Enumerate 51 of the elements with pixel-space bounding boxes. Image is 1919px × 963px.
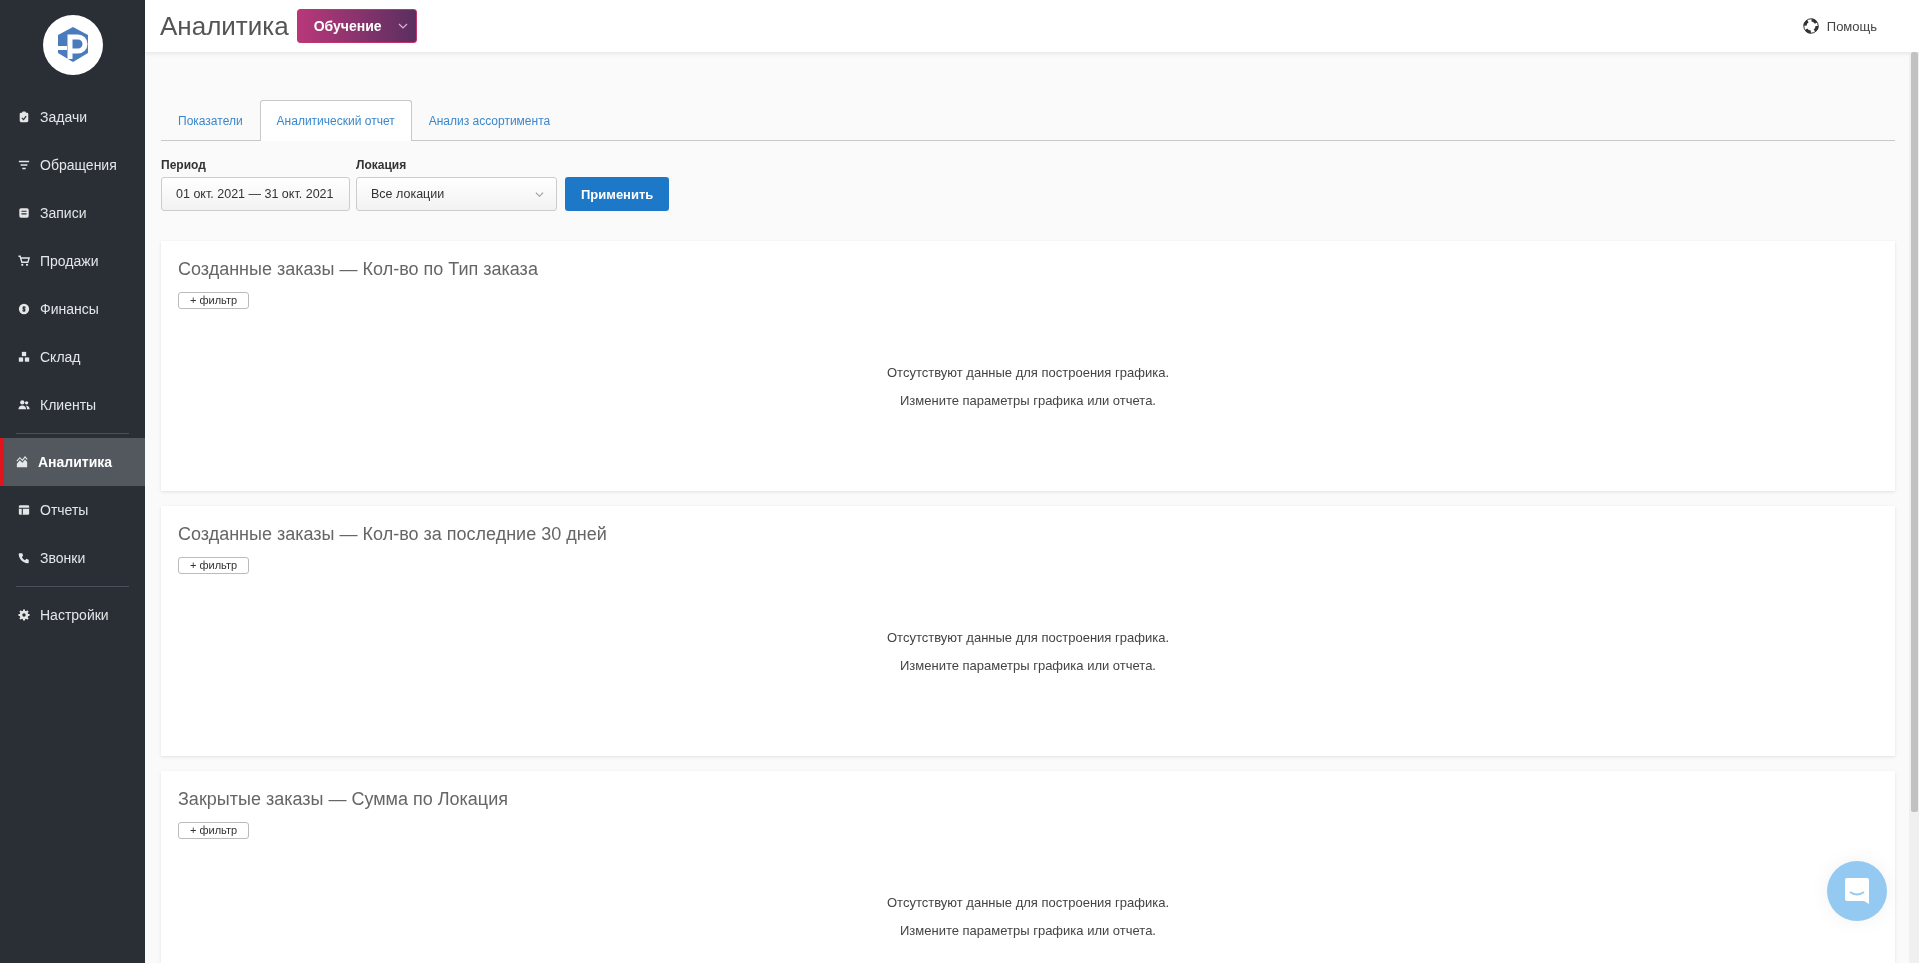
settings-icon <box>18 609 30 621</box>
sidebar-item[interactable]: Аналитика <box>0 438 145 486</box>
clients-icon <box>18 399 30 411</box>
filter-button[interactable]: + фильтр <box>178 292 250 309</box>
card-title: Закрытые заказы — Сумма по Локация <box>178 789 508 810</box>
period-select[interactable]: 01 окт. 2021 — 31 окт. 2021 <box>161 177 350 211</box>
chat-icon <box>1844 877 1870 905</box>
tab[interactable]: Показатели <box>161 100 260 140</box>
requests-icon <box>18 159 30 171</box>
card-title: Созданные заказы — Кол-во по Тип заказа <box>178 259 538 280</box>
records-icon <box>18 207 30 219</box>
sidebar-item[interactable]: Задачи <box>0 93 145 141</box>
training-button[interactable]: Обучение <box>296 9 417 43</box>
location-label: Локация <box>356 158 408 172</box>
sidebar-item[interactable]: Записи <box>0 189 145 237</box>
sidebar-item[interactable]: Обращения <box>0 141 145 189</box>
finance-icon <box>18 303 30 315</box>
sidebar-item[interactable]: Настройки <box>0 591 145 639</box>
sales-icon <box>18 255 30 267</box>
sidebar-item[interactable]: Отчеты <box>0 486 145 534</box>
scrollbar[interactable] <box>1909 52 1919 963</box>
calls-icon <box>18 552 30 564</box>
tab[interactable]: Анализ ассортимента <box>411 100 568 140</box>
chevron-down-icon <box>535 189 544 199</box>
empty-message: Измените параметры графика или отчета. <box>900 923 1156 938</box>
page-title: Аналитика <box>160 10 289 42</box>
reports-icon <box>18 504 30 516</box>
empty-message: Отсутствуют данные для построения графика. <box>887 365 1169 380</box>
sidebar-item[interactable]: Звонки <box>0 534 145 582</box>
sidebar-item[interactable]: Клиенты <box>0 381 145 429</box>
chevron-down-icon <box>397 21 408 31</box>
tab[interactable]: Аналитический отчет <box>259 100 412 141</box>
sidebar-item[interactable]: Продажи <box>0 237 145 285</box>
logo-icon[interactable] <box>42 15 103 75</box>
card-title: Созданные заказы — Кол-во за последние 30 дней <box>178 524 607 545</box>
apply-button[interactable]: Применить <box>565 177 670 211</box>
period-label: Период <box>161 158 207 172</box>
warehouse-icon <box>18 351 30 363</box>
help-button[interactable]: Помощь <box>1796 17 1883 35</box>
sidebar-item[interactable]: Склад <box>0 333 145 381</box>
empty-message: Измените параметры графика или отчета. <box>900 393 1156 408</box>
tasks-icon <box>18 111 30 123</box>
sidebar-item[interactable]: Финансы <box>0 285 145 333</box>
filter-button[interactable]: + фильтр <box>178 822 250 839</box>
analytics-icon <box>16 456 28 468</box>
filter-button[interactable]: + фильтр <box>178 557 250 574</box>
lifebuoy-icon <box>1802 18 1819 34</box>
location-select[interactable]: Все локации <box>356 177 557 211</box>
empty-message: Отсутствуют данные для построения графика. <box>887 630 1169 645</box>
empty-message: Отсутствуют данные для построения графика. <box>887 895 1169 910</box>
empty-message: Измените параметры графика или отчета. <box>900 658 1156 673</box>
